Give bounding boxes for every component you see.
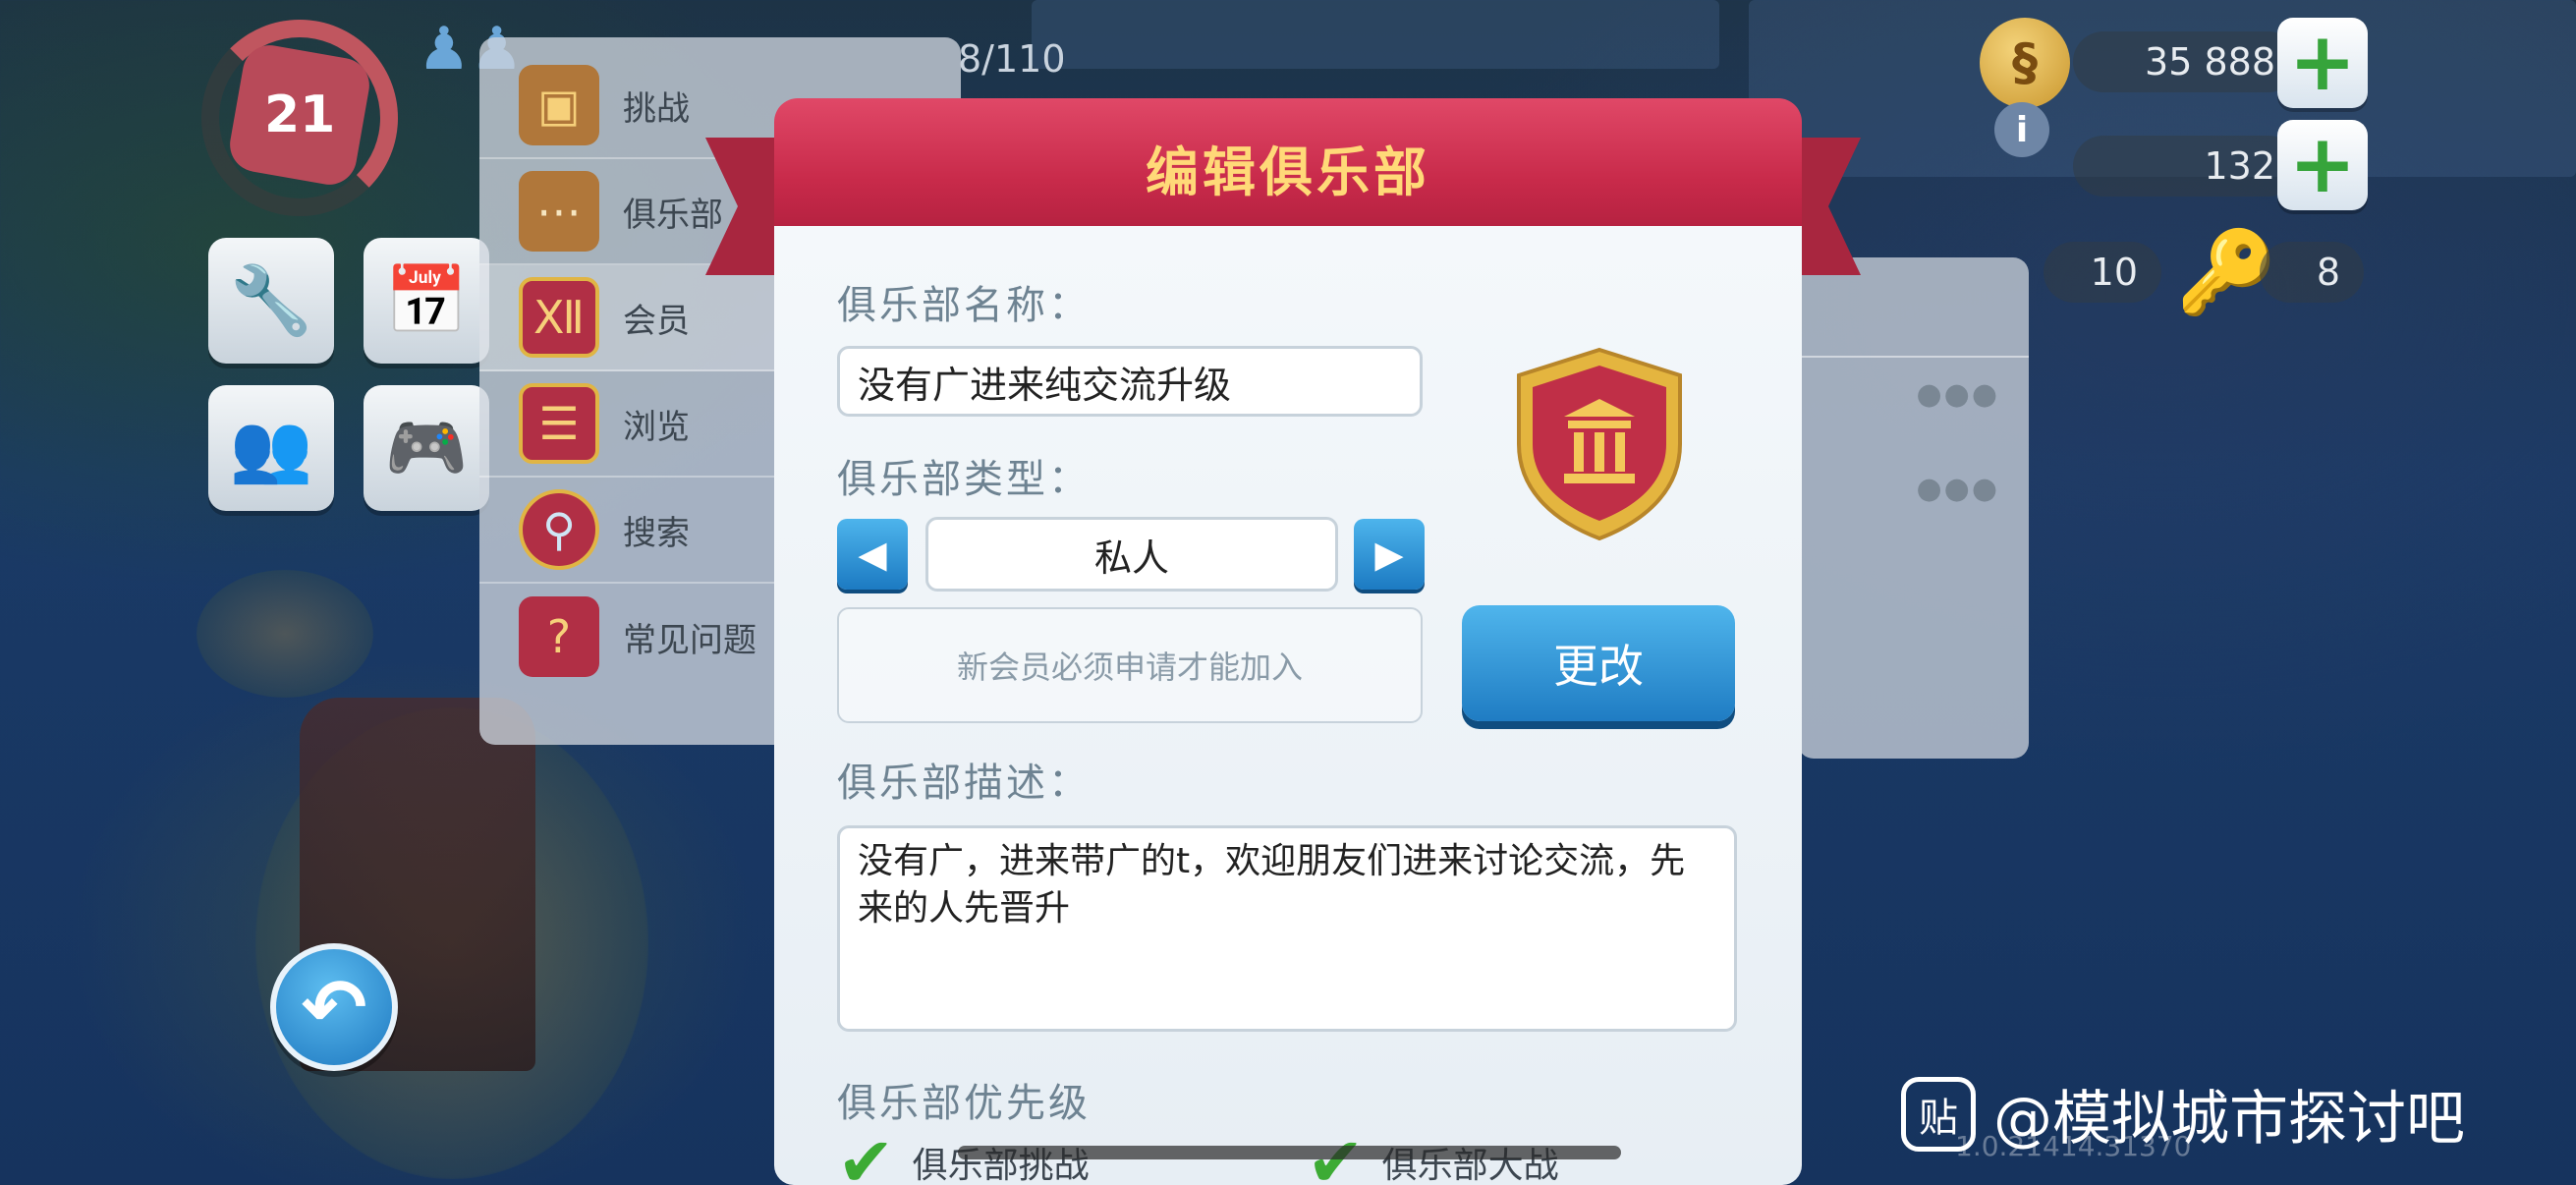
menu-item-label: 浏览: [623, 407, 690, 447]
club-type-note: 新会员必须申请才能加入: [837, 607, 1423, 723]
calendar-button[interactable]: 📅: [364, 238, 489, 364]
info-icon[interactable]: i: [1994, 102, 2049, 157]
arrow-right-icon: ▶: [1374, 533, 1404, 576]
keys-pill: 8: [2260, 242, 2364, 303]
level-badge[interactable]: 21: [225, 40, 374, 190]
type-prev-button[interactable]: ◀: [837, 519, 908, 590]
golden-keys-pill: 10: [2044, 242, 2161, 303]
treasure-chest-icon: ▣: [519, 65, 599, 145]
back-button[interactable]: ↶: [270, 943, 398, 1071]
more-options-icon[interactable]: ●●●: [1916, 472, 1999, 506]
menu-item-label: 会员: [623, 301, 690, 341]
checkmark-icon: ✔: [837, 1122, 895, 1185]
club-emblem-icon[interactable]: [1513, 346, 1686, 542]
simcash-pill: 132: [2073, 136, 2299, 197]
club-description-label: 俱乐部描述：: [837, 761, 1091, 806]
list-shield-icon: ☰: [519, 383, 599, 464]
dialog-title: 编辑俱乐部: [1146, 141, 1430, 203]
golden-keys-value: 10: [2090, 251, 2138, 294]
menu-item-label: 搜索: [623, 513, 690, 553]
club-name-value: 没有广进来纯交流升级: [858, 363, 1232, 407]
club-name-label: 俱乐部名称：: [837, 283, 1091, 328]
change-button-label: 更改: [1553, 640, 1644, 693]
club-name-input[interactable]: 没有广进来纯交流升级: [837, 346, 1423, 417]
watermark-logo-char: 贴: [1919, 1095, 1958, 1141]
priority-label: 俱乐部挑战: [912, 1146, 1090, 1185]
simcash-value: 132: [2204, 144, 2275, 188]
keys-value: 8: [2316, 251, 2340, 294]
tools-icon: 🔧: [229, 262, 313, 340]
home-indicator[interactable]: [958, 1146, 1621, 1159]
club-shield-icon: Ⅻ: [519, 277, 599, 358]
watermark: 贴 @模拟城市探讨吧: [1901, 1071, 2465, 1157]
faq-book-icon: ?: [519, 596, 599, 677]
watermark-text: @模拟城市探讨吧: [1993, 1085, 2465, 1154]
add-simoleons-button[interactable]: +: [2277, 18, 2368, 108]
dialog-banner: 编辑俱乐部: [774, 98, 1802, 236]
calendar-icon: 📅: [384, 262, 469, 340]
tieba-logo-icon: 贴: [1901, 1076, 1976, 1152]
friends-button[interactable]: 👥: [208, 385, 334, 511]
friends-icon: 👥: [229, 410, 313, 487]
build-tools-button[interactable]: 🔧: [208, 238, 334, 364]
club-type-label: 俱乐部类型：: [837, 457, 1091, 502]
gamepad-icon: 🎮: [384, 410, 469, 487]
club-description-value: 没有广，进来带广的t，欢迎朋友们进来讨论交流，先来的人先晋升: [858, 841, 1686, 929]
club-type-value: 私人: [1093, 536, 1169, 580]
menu-item-label: 挑战: [623, 88, 690, 129]
members-list-panel: ●●● ●●●: [1798, 257, 2029, 759]
simoleons-value: 35 888: [2145, 40, 2275, 84]
club-type-note-text: 新会员必须申请才能加入: [956, 649, 1303, 686]
type-next-button[interactable]: ▶: [1354, 519, 1425, 590]
population-value: 8/110: [958, 37, 1066, 81]
games-button[interactable]: 🎮: [364, 385, 489, 511]
level-value: 21: [263, 85, 336, 144]
add-simcash-button[interactable]: +: [2277, 120, 2368, 210]
small-island: [196, 570, 373, 698]
menu-item-label: 俱乐部: [623, 195, 723, 235]
club-priority-label: 俱乐部优先级: [837, 1081, 1091, 1126]
change-button[interactable]: 更改: [1462, 605, 1735, 721]
city-background: [1032, 0, 1719, 69]
menu-item-label: 常见问题: [623, 620, 756, 660]
club-type-selector[interactable]: 私人: [925, 517, 1338, 592]
club-description-input[interactable]: 没有广，进来带广的t，欢迎朋友们进来讨论交流，先来的人先晋升: [837, 825, 1737, 1032]
simoleon-coin-icon: §: [1980, 18, 2070, 108]
divider: [1798, 356, 2029, 358]
more-options-icon[interactable]: ●●●: [1916, 377, 1999, 412]
arrow-left-icon: ◀: [858, 533, 887, 576]
simoleons-pill: 35 888: [2073, 31, 2299, 92]
priority-label: 俱乐部大战: [1381, 1146, 1559, 1185]
chat-bubble-icon: ⋯: [519, 171, 599, 252]
magnifier-icon: ⚲: [519, 489, 599, 570]
undo-arrow-icon: ↶: [301, 961, 367, 1053]
